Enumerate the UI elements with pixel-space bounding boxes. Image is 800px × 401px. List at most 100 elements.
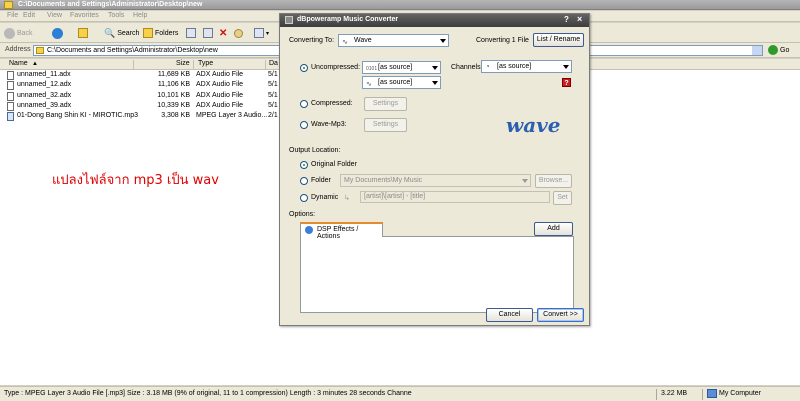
original-folder-label: Original Folder bbox=[311, 161, 357, 168]
chevron-down-icon bbox=[440, 39, 446, 43]
bits-select[interactable]: 0101 [as source] bbox=[362, 61, 441, 74]
compressed-label: Compressed: bbox=[311, 100, 353, 107]
app-icon bbox=[285, 16, 293, 24]
folder-path-select[interactable]: My Documents\My Music bbox=[340, 174, 531, 187]
column-divider[interactable] bbox=[193, 60, 194, 69]
dialog-title: dBpoweramp Music Converter bbox=[297, 16, 399, 23]
wave-mp3-radio[interactable] bbox=[300, 121, 308, 129]
menu-edit[interactable]: Edit bbox=[23, 12, 35, 19]
dynamic-branch-icon: ↳ bbox=[344, 195, 350, 202]
file-icon bbox=[7, 81, 14, 90]
explorer-titlebar: C:\Documents and Settings\Administrator\… bbox=[0, 0, 800, 10]
file-row[interactable]: unnamed_11.adx 11,689 KB ADX Audio File … bbox=[0, 71, 300, 81]
column-date[interactable]: Da bbox=[269, 60, 278, 67]
output-location-label: Output Location: bbox=[289, 147, 341, 154]
file-row[interactable]: 01-Dong Bang Shin KI - MIROTIC.mp3 3,308… bbox=[0, 112, 300, 122]
file-icon bbox=[7, 71, 14, 80]
status-divider bbox=[656, 389, 657, 400]
compressed-settings-button[interactable]: Settings bbox=[364, 97, 407, 111]
bits-icon: 0101 bbox=[366, 66, 378, 72]
file-icon bbox=[7, 92, 14, 101]
convert-button[interactable]: Convert >> bbox=[537, 308, 584, 322]
column-name[interactable]: Name bbox=[9, 60, 28, 67]
up-folder-button[interactable] bbox=[78, 27, 88, 39]
mp3-file-icon bbox=[7, 112, 14, 121]
chevron-down-icon bbox=[563, 65, 569, 69]
my-computer-icon bbox=[707, 389, 717, 398]
tab-dsp-effects[interactable]: DSP Effects / Actions bbox=[300, 222, 383, 240]
address-label: Address bbox=[5, 46, 31, 53]
uncompressed-label: Uncompressed: bbox=[311, 64, 361, 71]
forward-button[interactable] bbox=[52, 27, 63, 39]
wave-logo: wave bbox=[506, 113, 561, 137]
status-location: My Computer bbox=[719, 390, 762, 397]
folders-icon bbox=[143, 28, 153, 38]
status-size: 3.22 MB bbox=[661, 390, 688, 397]
menu-help[interactable]: Help bbox=[133, 12, 147, 19]
menu-file[interactable]: File bbox=[7, 12, 18, 19]
copy-to-icon bbox=[203, 28, 213, 38]
file-row[interactable]: unnamed_32.adx 10,101 KB ADX Audio File … bbox=[0, 92, 300, 102]
column-type[interactable]: Type bbox=[198, 60, 213, 67]
sample-rate-icon: ∿ bbox=[366, 81, 372, 88]
dynamic-pattern-field[interactable]: [artist]\[artist] - [title] bbox=[360, 191, 550, 203]
channels-label: Channels bbox=[451, 64, 481, 71]
wave-mp3-label: Wave-Mp3: bbox=[311, 121, 347, 128]
dsp-panel bbox=[300, 236, 574, 313]
views-button[interactable]: ▾ bbox=[254, 27, 269, 39]
address-value: C:\Documents and Settings\Administrator\… bbox=[47, 47, 218, 54]
address-dropdown[interactable] bbox=[752, 46, 762, 55]
wave-format-icon: ∿ bbox=[342, 39, 348, 46]
undo-icon bbox=[234, 28, 243, 38]
file-icon bbox=[7, 102, 14, 111]
window-title: C:\Documents and Settings\Administrator\… bbox=[18, 1, 203, 8]
search-button[interactable]: 🔍 Search bbox=[104, 27, 139, 39]
sample-rate-select[interactable]: ∿ [as source] bbox=[362, 76, 441, 89]
dynamic-radio[interactable] bbox=[300, 194, 308, 202]
column-divider[interactable] bbox=[265, 60, 266, 69]
undo-button[interactable] bbox=[234, 27, 243, 39]
back-button[interactable]: Back bbox=[4, 27, 33, 39]
annotation-text: แปลงไฟล์จาก mp3 เป็น wav bbox=[52, 173, 219, 188]
views-dropdown-icon: ▾ bbox=[266, 30, 270, 37]
move-to-button[interactable] bbox=[186, 27, 196, 39]
menu-view[interactable]: View bbox=[47, 12, 62, 19]
channels-select[interactable]: ◔ [as source] bbox=[481, 60, 572, 73]
converting-count: Converting 1 File bbox=[476, 37, 529, 44]
close-button[interactable]: × bbox=[577, 14, 582, 24]
chevron-down-icon bbox=[432, 66, 438, 70]
folder-radio[interactable] bbox=[300, 177, 308, 185]
chevron-down-icon bbox=[522, 179, 528, 183]
folders-button[interactable]: Folders bbox=[143, 27, 178, 39]
original-folder-radio[interactable] bbox=[300, 161, 308, 169]
channels-help-icon[interactable]: ? bbox=[562, 78, 571, 87]
format-select[interactable]: ∿ Wave bbox=[338, 34, 449, 47]
wave-mp3-settings-button[interactable]: Settings bbox=[364, 118, 407, 132]
dsp-icon bbox=[305, 226, 313, 234]
browse-button[interactable]: Browse... bbox=[535, 174, 572, 188]
dialog-titlebar: dBpoweramp Music Converter ? × bbox=[280, 14, 589, 27]
status-info: Type : MPEG Layer 3 Audio File [.mp3] Si… bbox=[4, 390, 412, 397]
menu-tools[interactable]: Tools bbox=[108, 12, 124, 19]
sort-ascending-icon: ▲ bbox=[32, 61, 38, 67]
views-icon bbox=[254, 28, 264, 38]
add-button[interactable]: Add bbox=[534, 222, 573, 236]
copy-to-button[interactable] bbox=[203, 27, 213, 39]
up-folder-icon bbox=[78, 28, 88, 38]
options-label: Options: bbox=[289, 211, 316, 218]
set-button[interactable]: Set bbox=[553, 191, 572, 205]
help-button[interactable]: ? bbox=[564, 15, 569, 24]
menu-favorites[interactable]: Favorites bbox=[70, 12, 99, 19]
uncompressed-radio[interactable] bbox=[300, 64, 308, 72]
delete-button[interactable]: ✕ bbox=[219, 27, 227, 39]
go-button[interactable]: Go bbox=[768, 45, 789, 55]
column-size[interactable]: Size bbox=[176, 60, 190, 67]
compressed-radio[interactable] bbox=[300, 100, 308, 108]
go-arrow-icon bbox=[768, 45, 778, 55]
file-row[interactable]: unnamed_39.adx 10,339 KB ADX Audio File … bbox=[0, 102, 300, 112]
file-row[interactable]: unnamed_12.adx 11,106 KB ADX Audio File … bbox=[0, 81, 300, 91]
column-divider[interactable] bbox=[133, 60, 134, 69]
cancel-button[interactable]: Cancel bbox=[486, 308, 533, 322]
list-rename-button[interactable]: List / Rename bbox=[533, 33, 584, 47]
search-icon: 🔍 bbox=[104, 27, 116, 38]
